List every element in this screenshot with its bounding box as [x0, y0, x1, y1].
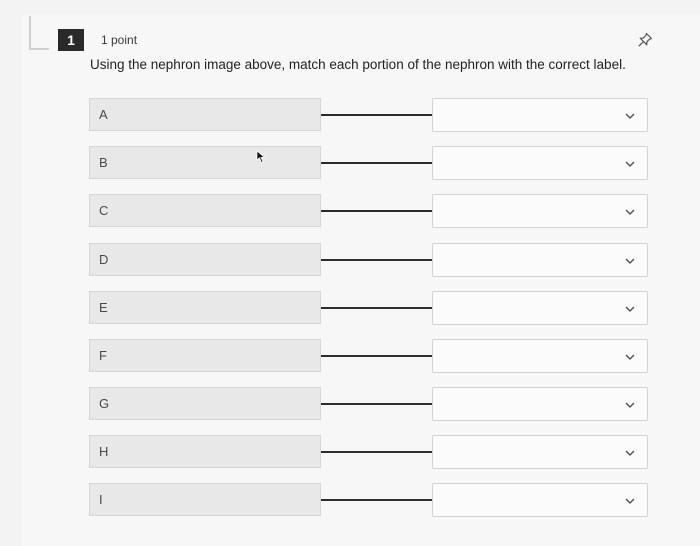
match-pair: A: [0, 98, 700, 134]
match-pair: C: [0, 194, 700, 230]
term-label: B: [99, 155, 108, 170]
term-label: H: [99, 444, 109, 459]
chevron-down-icon: [625, 161, 635, 168]
connector-line: [321, 403, 432, 405]
connector-line: [321, 499, 432, 501]
term-box: F: [89, 339, 321, 372]
chevron-down-icon: [625, 402, 635, 409]
term-label: I: [99, 492, 103, 507]
answer-dropdown[interactable]: [432, 194, 648, 228]
chevron-down-icon: [625, 306, 635, 313]
answer-dropdown[interactable]: [432, 291, 648, 325]
term-label: G: [99, 396, 110, 411]
chevron-down-icon: [625, 113, 635, 120]
chevron-down-icon: [625, 209, 635, 216]
answer-dropdown[interactable]: [432, 387, 648, 421]
term-box: H: [89, 435, 321, 468]
chevron-down-icon: [625, 450, 635, 457]
question-prompt: Using the nephron image above, match eac…: [90, 57, 626, 72]
term-box: B: [89, 146, 321, 179]
term-box: D: [89, 243, 321, 276]
connector-line: [321, 355, 432, 357]
chevron-down-icon: [625, 258, 635, 265]
match-pair: H: [0, 435, 700, 471]
answer-dropdown[interactable]: [432, 483, 648, 517]
chevron-down-icon: [625, 354, 635, 361]
answer-dropdown[interactable]: [432, 243, 648, 277]
match-pair: E: [0, 291, 700, 327]
term-label: D: [99, 252, 109, 267]
term-label: E: [99, 300, 108, 315]
chevron-down-icon: [625, 498, 635, 505]
question-points: 1 point: [101, 33, 138, 47]
match-pair: G: [0, 387, 700, 423]
term-box: I: [89, 483, 321, 516]
term-label: A: [99, 107, 108, 122]
connector-line: [321, 451, 432, 453]
connector-line: [321, 307, 432, 309]
question-bracket: [29, 16, 49, 50]
pin-icon[interactable]: [636, 31, 654, 49]
connector-line: [321, 259, 432, 261]
mouse-cursor-icon: [256, 150, 266, 163]
term-box: G: [89, 387, 321, 420]
match-pair: B: [0, 146, 700, 182]
match-pair: D: [0, 243, 700, 279]
term-label: C: [99, 203, 109, 218]
match-pair: F: [0, 339, 700, 375]
answer-dropdown[interactable]: [432, 339, 648, 373]
answer-dropdown[interactable]: [432, 146, 648, 180]
answer-dropdown[interactable]: [432, 435, 648, 469]
term-box: C: [89, 194, 321, 227]
term-box: E: [89, 291, 321, 324]
connector-line: [321, 114, 432, 116]
question-number: 1: [58, 29, 84, 51]
answer-dropdown[interactable]: [432, 98, 648, 132]
match-pair: I: [0, 483, 700, 519]
connector-line: [321, 162, 432, 164]
connector-line: [321, 210, 432, 212]
term-label: F: [99, 348, 107, 363]
term-box: A: [89, 98, 321, 131]
